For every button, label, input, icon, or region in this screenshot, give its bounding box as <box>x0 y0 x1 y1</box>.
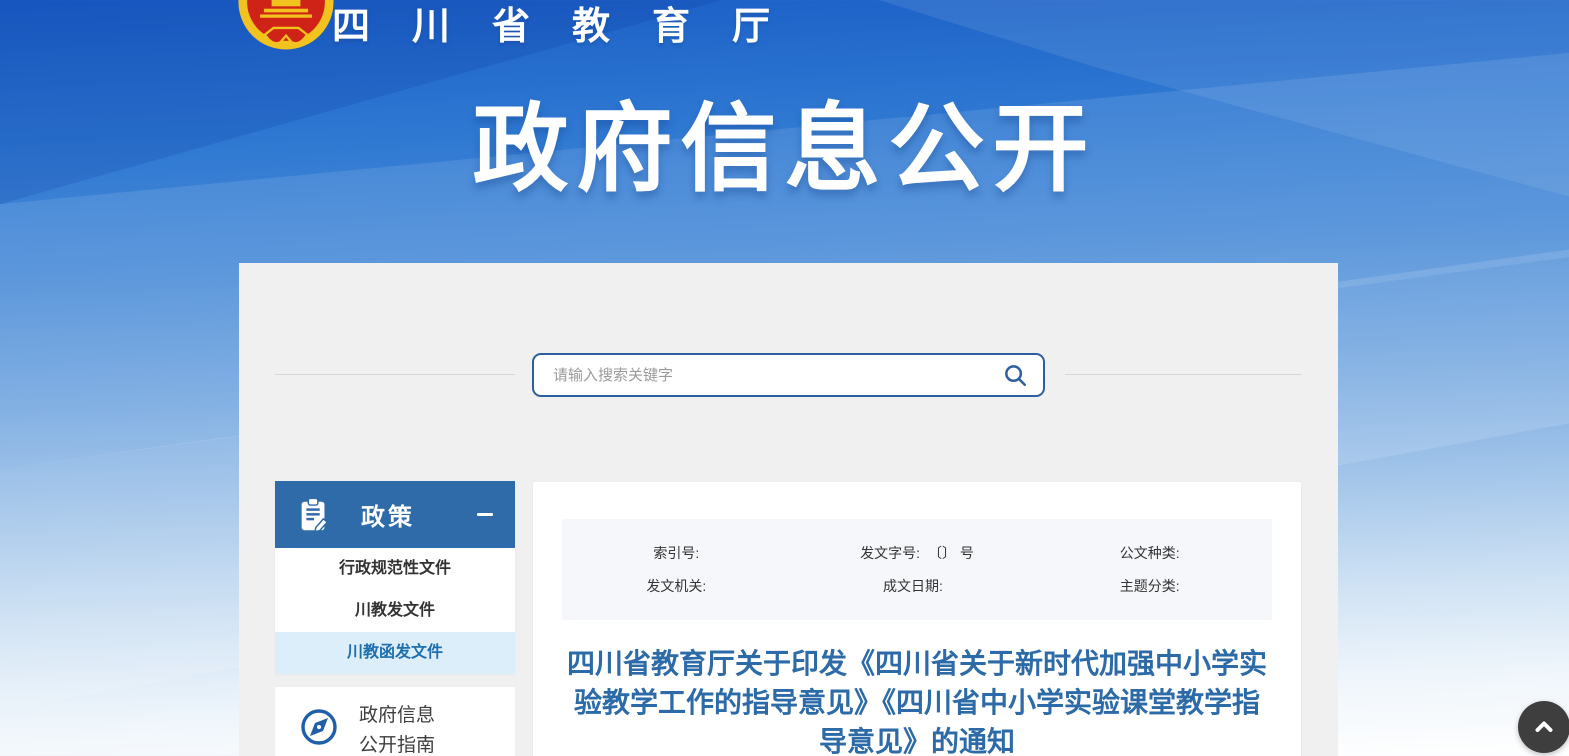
sidebar-item-disclosure-guide[interactable]: 政府信息公开指南 <box>275 687 515 756</box>
scroll-to-top-button[interactable] <box>1518 701 1569 753</box>
search-icon <box>1002 362 1029 389</box>
meta-document-number: 发文字号: 〔〕 号 <box>799 543 1036 563</box>
search-row <box>239 353 1338 397</box>
sidebar: 政策 行政规范性文件 川教发文件 川教函发文件 政府信息公开指南 <box>275 481 515 756</box>
meta-issuing-agency: 发文机关: <box>562 576 799 596</box>
sidebar-item-administrative-normative-documents[interactable]: 行政规范性文件 <box>275 548 515 590</box>
divider-line <box>275 374 515 375</box>
meta-document-type: 公文种类: <box>1035 543 1272 563</box>
meta-index-number: 索引号: <box>562 543 799 563</box>
disclosure-guide-label: 政府信息公开指南 <box>359 701 441 756</box>
policy-menu-header[interactable]: 政策 <box>275 481 515 548</box>
sidebar-item-chuanjiaofa-documents[interactable]: 川教发文件 <box>275 590 515 632</box>
compass-icon <box>299 707 339 747</box>
policy-menu-items: 行政规范性文件 川教发文件 川教函发文件 <box>275 548 515 674</box>
content-panel: 政策 行政规范性文件 川教发文件 川教函发文件 政府信息公开指南 索引号: <box>239 263 1338 756</box>
meta-subject-category: 主题分类: <box>1035 576 1272 596</box>
policy-clipboard-icon <box>295 496 333 534</box>
search-box <box>532 353 1045 397</box>
divider-line <box>1065 374 1302 375</box>
policy-menu: 政策 行政规范性文件 川教发文件 川教函发文件 <box>275 481 515 674</box>
policy-menu-title: 政策 <box>361 497 415 532</box>
sidebar-item-chuanjiaohanfa-documents[interactable]: 川教函发文件 <box>275 632 515 674</box>
article-title: 四川省教育厅关于印发《四川省关于新时代加强中小学实验教学工作的指导意见》《四川省… <box>564 644 1270 756</box>
national-emblem-icon <box>238 0 334 50</box>
search-button[interactable] <box>987 355 1043 395</box>
document-meta-box: 索引号: 发文字号: 〔〕 号 公文种类: 发文机关: 成文日期: 主题分类: <box>562 519 1272 620</box>
search-input[interactable] <box>534 355 987 395</box>
meta-issue-date: 成文日期: <box>799 576 1036 596</box>
chevron-up-icon <box>1531 714 1557 740</box>
article-card: 索引号: 发文字号: 〔〕 号 公文种类: 发文机关: 成文日期: 主题分类: <box>532 481 1302 756</box>
agency-name: 四川省教育厅 <box>332 2 812 52</box>
page-title: 政府信息公开 <box>0 96 1569 204</box>
collapse-minus-icon[interactable] <box>477 506 495 524</box>
